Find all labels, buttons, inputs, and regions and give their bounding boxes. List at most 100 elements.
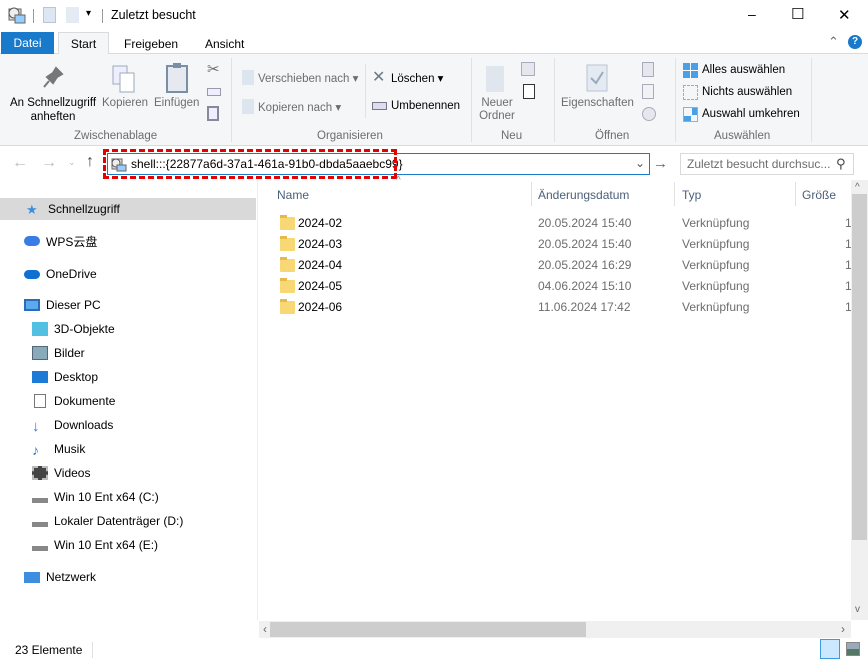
search-icon[interactable]: ⚲ xyxy=(836,156,846,172)
large-icons-view-button[interactable] xyxy=(846,642,860,656)
minimize-button[interactable]: – xyxy=(748,6,756,22)
sidebar-item-drive-c[interactable]: Win 10 Ent x64 (C:) xyxy=(0,486,256,508)
scroll-up-icon[interactable]: ^ xyxy=(855,182,860,193)
details-view-button[interactable] xyxy=(820,639,840,659)
go-button[interactable]: → xyxy=(653,155,668,172)
cube-icon xyxy=(32,322,48,336)
file-type: Verknüpfung xyxy=(682,216,750,230)
tab-ansicht[interactable]: Ansicht xyxy=(205,37,244,51)
sidebar-item-dokumente[interactable]: Dokumente xyxy=(0,390,256,412)
properties-quick-icon[interactable] xyxy=(43,7,56,23)
back-button[interactable]: ← xyxy=(12,154,28,172)
close-button[interactable]: ✕ xyxy=(838,6,851,24)
address-highlight xyxy=(103,149,397,179)
sidebar-item-desktop[interactable]: Desktop xyxy=(0,366,256,388)
file-row[interactable]: 2024-06 11.06.2024 17:42 Verknüpfung 1 xyxy=(260,297,852,318)
sidebar-item-drive-e[interactable]: Win 10 Ent x64 (E:) xyxy=(0,534,256,556)
select-none-button[interactable]: Nichts auswählen xyxy=(702,86,792,98)
properties-button[interactable]: Eigenschaften xyxy=(561,97,634,109)
onedrive-icon xyxy=(24,269,40,279)
new-folder-quick-icon[interactable] xyxy=(66,7,79,23)
copy-to-button[interactable]: Kopieren nach ▾ xyxy=(258,100,341,114)
pictures-icon xyxy=(32,346,48,360)
drive-icon xyxy=(32,497,48,503)
scroll-down-icon[interactable]: v xyxy=(855,604,860,615)
forward-button[interactable]: → xyxy=(41,154,57,172)
file-row[interactable]: 2024-04 20.05.2024 16:29 Verknüpfung 1 xyxy=(260,255,852,276)
file-name: 2024-06 xyxy=(298,300,343,314)
help-icon[interactable]: ? xyxy=(848,35,862,49)
collapse-ribbon-icon[interactable]: ⌃ xyxy=(828,34,839,50)
tab-start[interactable]: Start xyxy=(58,32,109,55)
file-name: 2024-02 xyxy=(298,216,343,230)
desktop-icon xyxy=(32,371,48,383)
paste-button[interactable]: Einfügen xyxy=(154,97,199,109)
select-all-icon xyxy=(683,63,698,78)
sidebar-item-schnellzugriff[interactable]: ★ Schnellzugriff xyxy=(0,198,256,220)
properties-icon xyxy=(586,64,608,92)
easy-access-icon[interactable] xyxy=(523,84,535,99)
file-date: 04.06.2024 15:10 xyxy=(538,279,632,293)
file-date: 20.05.2024 15:40 xyxy=(538,237,632,251)
tab-freigeben[interactable]: Freigeben xyxy=(124,37,178,51)
file-type: Verknüpfung xyxy=(682,279,750,293)
sidebar-item-musik[interactable]: ♪ Musik xyxy=(0,438,256,460)
column-header-type[interactable]: Typ xyxy=(682,188,701,202)
rename-button[interactable]: Umbenennen xyxy=(391,100,460,112)
paste-shortcut-icon[interactable] xyxy=(207,106,219,121)
sidebar-item-downloads[interactable]: ↓ Downloads xyxy=(0,414,256,436)
address-dropdown-icon[interactable]: ⌄ xyxy=(635,156,645,170)
cut-icon[interactable]: ✂ xyxy=(207,60,220,78)
recent-locations-icon[interactable]: ⌄ xyxy=(68,157,76,168)
sidebar-item-wps[interactable]: WPS云盘 xyxy=(0,230,256,252)
file-type: Verknüpfung xyxy=(682,300,750,314)
column-header-size[interactable]: Größe xyxy=(802,188,836,202)
up-button[interactable]: ↑ xyxy=(86,153,94,171)
sidebar-item-drive-d[interactable]: Lokaler Datenträger (D:) xyxy=(0,510,256,532)
scroll-right-icon[interactable]: › xyxy=(841,622,845,636)
copy-path-icon[interactable] xyxy=(207,88,221,96)
column-header-date[interactable]: Änderungsdatum xyxy=(538,188,629,202)
move-to-button[interactable]: Verschieben nach ▾ xyxy=(258,71,358,85)
customize-quick-access-icon[interactable]: ▾ xyxy=(86,8,91,19)
open-icon[interactable] xyxy=(642,62,654,77)
file-row[interactable]: 2024-05 04.06.2024 15:10 Verknüpfung 1 xyxy=(260,276,852,297)
tab-datei[interactable]: Datei xyxy=(1,32,54,54)
file-name: 2024-05 xyxy=(298,279,343,293)
sidebar-item-netzwerk[interactable]: Netzwerk xyxy=(0,566,256,588)
scroll-left-icon[interactable]: ‹ xyxy=(263,622,267,636)
search-input[interactable]: Zuletzt besucht durchsuc... ⚲ xyxy=(680,153,854,175)
cloud-icon xyxy=(24,236,40,246)
history-icon[interactable] xyxy=(642,107,656,121)
new-folder-button[interactable]: Neuer Ordner xyxy=(474,97,520,123)
sidebar-item-videos[interactable]: Videos xyxy=(0,462,256,484)
column-headers: Name Änderungsdatum Typ Größe xyxy=(260,180,850,210)
vertical-scrollbar[interactable]: ^ v xyxy=(851,180,868,620)
ribbon: An Schnellzugriff anheften Kopieren Einfü… xyxy=(0,54,868,146)
horizontal-scroll-thumb[interactable] xyxy=(270,622,586,637)
sidebar-item-bilder[interactable]: Bilder xyxy=(0,342,256,364)
maximize-button[interactable]: ☐ xyxy=(791,5,804,23)
sidebar-item-onedrive[interactable]: OneDrive xyxy=(0,263,256,285)
window-title: Zuletzt besucht xyxy=(111,8,196,22)
edit-icon[interactable] xyxy=(642,84,654,99)
select-all-button[interactable]: Alles auswählen xyxy=(702,64,785,76)
navigation-pane: ★ Schnellzugriff WPS云盘 OneDrive Dieser PC… xyxy=(0,180,258,620)
file-row[interactable]: 2024-03 20.05.2024 15:40 Verknüpfung 1 xyxy=(260,234,852,255)
group-label-select: Auswählen xyxy=(714,130,771,142)
column-header-name[interactable]: Name xyxy=(277,188,309,202)
copy-icon xyxy=(112,65,135,93)
file-row[interactable]: 2024-02 20.05.2024 15:40 Verknüpfung 1 xyxy=(260,213,852,234)
delete-button[interactable]: Löschen ▾ xyxy=(391,71,443,85)
invert-selection-button[interactable]: Auswahl umkehren xyxy=(702,108,800,120)
pin-quick-access-button[interactable]: An Schnellzugriff anheften xyxy=(6,96,100,124)
group-label-open: Öffnen xyxy=(595,130,630,142)
new-item-icon[interactable] xyxy=(521,62,535,76)
rename-icon xyxy=(372,102,387,110)
vertical-scroll-thumb[interactable] xyxy=(852,194,867,540)
file-name: 2024-04 xyxy=(298,258,343,272)
horizontal-scrollbar[interactable]: ‹ › xyxy=(259,621,851,638)
sidebar-item-dieser-pc[interactable]: Dieser PC xyxy=(0,294,256,316)
copy-button[interactable]: Kopieren xyxy=(102,97,148,109)
sidebar-item-3d-objekte[interactable]: 3D-Objekte xyxy=(0,318,256,340)
